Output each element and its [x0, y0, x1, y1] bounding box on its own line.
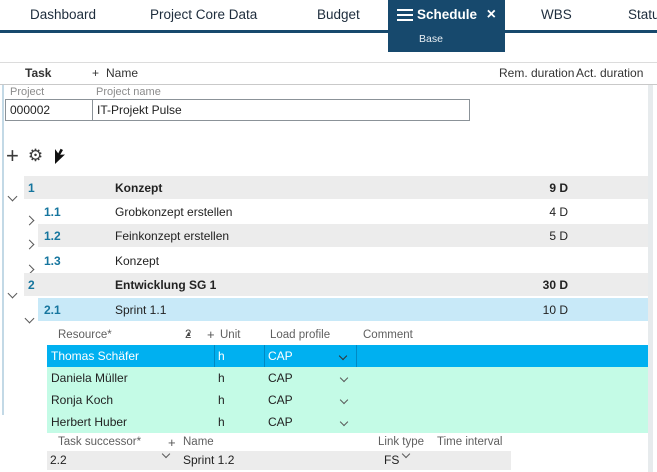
task-name: Entwicklung SG 1	[115, 273, 216, 297]
resource-unit[interactable]: h	[215, 367, 265, 389]
successor-table-header: Task successor* + Name Link type Time in…	[47, 433, 648, 452]
successor-number[interactable]: 2.2	[50, 451, 67, 470]
expand-icon[interactable]	[26, 208, 33, 232]
column-task-successor: Task successor*	[58, 433, 141, 452]
task-name: Konzept	[115, 249, 159, 273]
tab-wbs[interactable]: WBS	[541, 0, 572, 30]
column-act-duration: Act. duration	[576, 66, 643, 80]
tab-status[interactable]: Status	[628, 0, 657, 30]
resource-name[interactable]: Herbert Huber	[47, 411, 215, 433]
resource-row-selected[interactable]: Thomas Schäfer h CAP	[47, 345, 648, 367]
task-row[interactable]: 1.1 Grobkonzept erstellen 4 D	[38, 200, 648, 224]
sort-asc-icon: ▲	[185, 325, 192, 345]
task-duration: 5 D	[498, 224, 568, 248]
chevron-down-icon[interactable]	[340, 374, 348, 382]
tab-budget[interactable]: Budget	[317, 0, 360, 30]
resource-row[interactable]: Daniela Müller h CAP	[47, 367, 648, 389]
load-profile-select[interactable]: CAP	[265, 367, 357, 389]
chevron-down-icon[interactable]	[340, 418, 348, 426]
column-time-interval: Time interval	[437, 433, 502, 452]
project-name-label: Project name	[96, 86, 161, 98]
column-resource[interactable]: Resource*	[58, 325, 112, 345]
task-number: 1.1	[44, 200, 61, 224]
tab-bar: Dashboard Project Core Data Budget Sched…	[0, 0, 657, 33]
successor-row[interactable]: 2.2 Sprint 1.2 FS	[47, 451, 511, 470]
add-resource-icon[interactable]: +	[207, 325, 215, 345]
task-duration: 4 D	[498, 200, 568, 224]
tab-dashboard[interactable]: Dashboard	[30, 0, 96, 30]
collapse-icon[interactable]	[9, 281, 16, 305]
task-row[interactable]: 1.2 Feinkonzept erstellen 5 D	[38, 224, 648, 248]
task-name: Konzept	[115, 176, 162, 200]
gear-icon[interactable]: ⚙	[28, 145, 43, 167]
resource-unit[interactable]: h	[215, 411, 265, 433]
successor-name: Sprint 1.2	[183, 451, 234, 470]
add-column-icon[interactable]: +	[92, 66, 99, 80]
column-link-type: Link type	[378, 433, 424, 452]
tab-underline	[0, 30, 657, 33]
chevron-down-icon[interactable]	[340, 396, 348, 404]
cursor-icon[interactable]	[52, 147, 68, 166]
tab-schedule[interactable]: Schedule × Base	[388, 0, 505, 52]
column-load-profile: Load profile	[270, 325, 330, 345]
schedule-window: Dashboard Project Core Data Budget Sched…	[0, 0, 657, 472]
load-profile-select[interactable]: CAP	[265, 411, 357, 433]
resource-comment[interactable]	[357, 389, 648, 411]
link-type-value[interactable]: FS	[384, 451, 399, 470]
task-duration: 30 D	[498, 273, 568, 297]
expand-icon[interactable]	[26, 232, 33, 256]
plus-icon[interactable]: +	[6, 145, 19, 167]
task-table-header: Task + Name Rem. duration Act. duration	[0, 62, 657, 85]
vertical-scrollbar[interactable]	[648, 62, 653, 472]
column-unit: Unit	[220, 325, 240, 345]
task-row[interactable]: 1 Konzept 9 D	[24, 176, 648, 200]
hamburger-menu-icon[interactable]	[397, 9, 413, 21]
task-row-selected[interactable]: 2.1 Sprint 1.1 10 D	[38, 298, 648, 322]
resource-comment[interactable]	[357, 411, 648, 433]
resource-name[interactable]: Thomas Schäfer	[47, 345, 215, 367]
column-comment: Comment	[363, 325, 413, 345]
task-number: 2.1	[44, 298, 61, 322]
column-rem-duration: Rem. duration	[499, 66, 574, 80]
column-name: Name	[106, 66, 138, 80]
resource-unit[interactable]: h	[215, 345, 265, 367]
resource-comment[interactable]	[357, 345, 648, 367]
left-scrollbar[interactable]	[2, 62, 4, 415]
resource-row[interactable]: Ronja Koch h CAP	[47, 389, 648, 411]
resource-name[interactable]: Ronja Koch	[47, 389, 215, 411]
task-name: Feinkonzept erstellen	[115, 224, 229, 248]
tab-schedule-subtitle: Base	[419, 33, 443, 45]
task-row[interactable]: 1.3 Konzept	[38, 249, 648, 273]
task-row[interactable]: 2 Entwicklung SG 1 30 D	[24, 273, 648, 297]
task-duration: 10 D	[498, 298, 568, 322]
project-id-input[interactable]	[5, 99, 93, 121]
task-number: 2	[28, 273, 35, 297]
chevron-down-icon[interactable]	[339, 352, 347, 360]
task-name: Grobkonzept erstellen	[115, 200, 232, 224]
task-number: 1.3	[44, 249, 61, 273]
load-profile-select[interactable]: CAP	[265, 389, 357, 411]
column-successor-name: Name	[183, 433, 214, 452]
column-task: Task	[25, 66, 51, 80]
resource-comment[interactable]	[357, 367, 648, 389]
tab-schedule-label: Schedule	[417, 7, 477, 22]
load-profile-select[interactable]: CAP	[265, 345, 357, 367]
task-number: 1.2	[44, 224, 61, 248]
add-successor-icon[interactable]: +	[168, 433, 176, 452]
collapse-icon[interactable]	[26, 306, 33, 330]
close-icon[interactable]: ×	[487, 5, 496, 25]
tab-project-core-data[interactable]: Project Core Data	[150, 0, 257, 30]
task-toolbar: + ⚙	[6, 143, 68, 169]
resource-table-header: Resource* 2▲ + Unit Load profile Comment	[47, 325, 648, 345]
task-duration: 9 D	[498, 176, 568, 200]
resource-name[interactable]: Daniela Müller	[47, 367, 215, 389]
project-name-input[interactable]	[92, 99, 470, 121]
resource-row[interactable]: Herbert Huber h CAP	[47, 411, 648, 433]
resource-unit[interactable]: h	[215, 389, 265, 411]
task-name: Sprint 1.1	[115, 298, 166, 322]
task-number: 1	[28, 176, 35, 200]
collapse-icon[interactable]	[9, 184, 16, 208]
project-label: Project	[10, 86, 44, 98]
